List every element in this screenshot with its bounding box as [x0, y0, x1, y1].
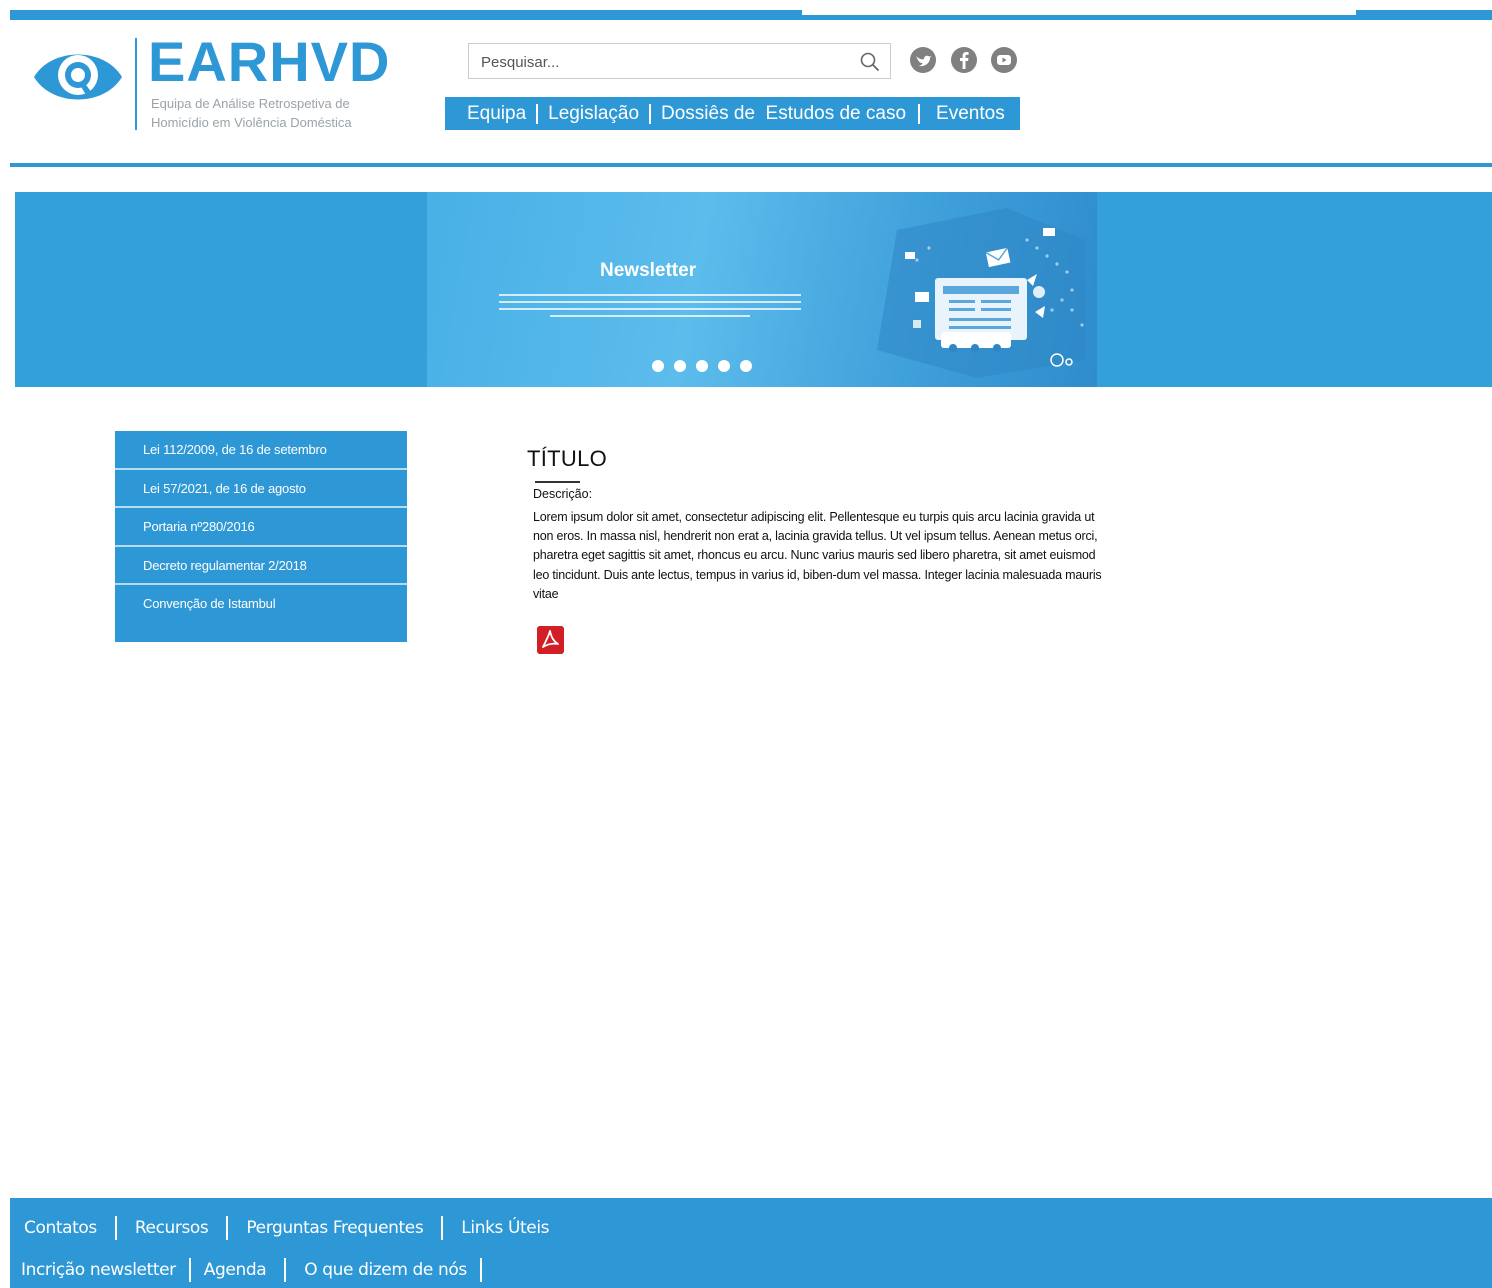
sidebar-item-lei-57-2021[interactable]: Lei 57/2021, de 16 de agosto: [115, 470, 407, 508]
nav-separator: [536, 103, 539, 124]
pdf-icon[interactable]: [537, 626, 564, 654]
carousel-dot[interactable]: [652, 360, 664, 372]
top-accent-bar: [10, 10, 1492, 20]
footer-link-o-que-dizem[interactable]: O que dizem de nós: [304, 1260, 467, 1280]
newsletter-illustration-icon: [877, 208, 1085, 378]
carousel-dot[interactable]: [674, 360, 686, 372]
description-text: Lorem ipsum dolor sit amet, consectetur …: [533, 510, 1102, 601]
carousel-dot[interactable]: [740, 360, 752, 372]
sidebar-item-decreto-2-2018[interactable]: Decreto regulamentar 2/2018: [115, 547, 407, 585]
sidebar-item-lei-112-2009[interactable]: Lei 112/2009, de 16 de setembro: [115, 431, 407, 470]
sidebar-item-convencao-istambul[interactable]: Convenção de Istambul: [115, 585, 407, 624]
footer-link-perguntas-frequentes[interactable]: Perguntas Frequentes: [246, 1218, 423, 1238]
footer-link-recursos[interactable]: Recursos: [135, 1218, 209, 1238]
footer-separator: [226, 1216, 229, 1240]
youtube-icon[interactable]: [990, 46, 1018, 74]
carousel-dot[interactable]: [696, 360, 708, 372]
logo-subtitle-line-2: Homicídio em Violência Doméstica: [151, 115, 352, 130]
carousel-dots: [652, 360, 752, 372]
logo-title: EARHVD: [148, 30, 391, 93]
description-label: Descrição:: [533, 487, 593, 501]
nav-item-eventos[interactable]: Eventos: [936, 97, 1005, 130]
site-footer: Contatos Recursos Perguntas Frequentes L…: [10, 1198, 1492, 1288]
footer-row-1: Contatos Recursos Perguntas Frequentes L…: [24, 1216, 550, 1240]
title-underline: [535, 481, 580, 483]
nav-item-dossies[interactable]: Dossiês de Estudos de caso: [661, 97, 906, 130]
logo-divider: [135, 38, 137, 130]
search-icon[interactable]: [860, 52, 880, 72]
newsletter-banner[interactable]: Newsletter: [427, 192, 1097, 387]
facebook-icon[interactable]: [950, 46, 978, 74]
main-nav: Equipa Legislação Dossiês de Estudos de …: [445, 97, 1020, 130]
nav-separator: [918, 103, 921, 124]
nav-separator: [649, 103, 652, 124]
banner-text: [499, 294, 801, 322]
logo-subtitle: Equipa de Análise Retrospetiva de Homicí…: [151, 94, 352, 132]
footer-separator: [441, 1216, 444, 1240]
sidebar-item-portaria-280-2016[interactable]: Portaria nº280/2016: [115, 508, 407, 547]
footer-link-newsletter[interactable]: Incrição newsletter: [21, 1260, 176, 1280]
page-title: TÍTULO: [527, 446, 608, 471]
footer-link-agenda[interactable]: Agenda: [204, 1260, 267, 1280]
footer-row-2: Incrição newsletter Agenda O que dizem d…: [21, 1258, 495, 1282]
main-content: TÍTULO Descrição: Lorem ipsum dolor sit …: [527, 446, 1107, 604]
footer-link-contatos[interactable]: Contatos: [24, 1218, 97, 1238]
footer-link-links-uteis[interactable]: Links Úteis: [461, 1218, 549, 1238]
search-input[interactable]: [481, 52, 841, 72]
logo-subtitle-line-1: Equipa de Análise Retrospetiva de: [151, 96, 350, 111]
twitter-icon[interactable]: [909, 46, 937, 74]
footer-separator: [479, 1258, 482, 1282]
header-divider: [10, 163, 1492, 167]
nav-item-legislacao[interactable]: Legislação: [548, 97, 639, 130]
footer-separator: [114, 1216, 117, 1240]
hero-section: Newsletter: [15, 192, 1492, 387]
eye-logo-icon: [34, 54, 122, 100]
footer-separator: [188, 1258, 191, 1282]
carousel-dot[interactable]: [718, 360, 730, 372]
legislation-sidebar: Lei 112/2009, de 16 de setembro Lei 57/2…: [115, 431, 407, 642]
nav-item-equipa[interactable]: Equipa: [467, 97, 526, 130]
banner-title: Newsletter: [600, 260, 697, 281]
search-box: [468, 43, 891, 79]
site-logo[interactable]: EARHVD Equipa de Análise Retrospetiva de…: [30, 30, 420, 136]
footer-separator: [284, 1258, 287, 1282]
